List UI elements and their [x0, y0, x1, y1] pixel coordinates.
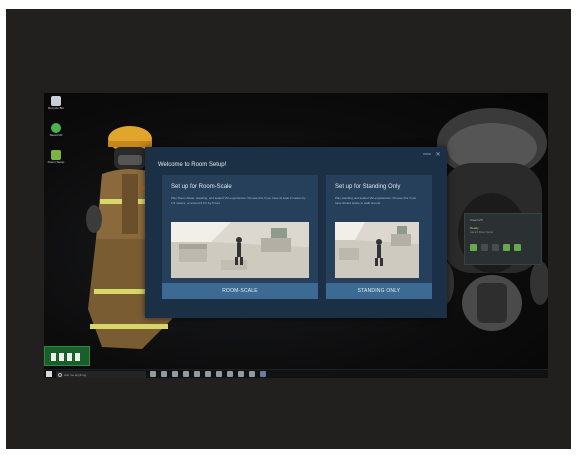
steamvr-icon: [51, 123, 61, 133]
standing-only-button[interactable]: STANDING ONLY: [326, 283, 432, 299]
desktop-icon-label: Recycle Bin: [48, 106, 64, 110]
headset-icon: [470, 244, 477, 251]
photo-frame: Recycle Bin SteamVR Room Setup SteamVR R…: [0, 0, 577, 455]
search-placeholder: Ask me anything: [64, 372, 87, 377]
steamvr-status-widget[interactable]: SteamVR Ready Launch Room Setup: [464, 213, 542, 265]
desktop-icon-label: Room Setup: [47, 160, 65, 164]
widget-substatus: Launch Room Setup: [470, 231, 493, 234]
taskbar-pinned-apps: [150, 371, 266, 377]
taskbar-search[interactable]: Ask me anything: [56, 371, 146, 378]
steam-icon[interactable]: [194, 371, 200, 377]
room-scale-description: Play Room-Scale, standing, and seated VR…: [171, 196, 306, 205]
task-view-icon[interactable]: [150, 371, 156, 377]
widget-status: Ready: [470, 226, 479, 230]
start-button[interactable]: [46, 371, 52, 377]
room-scale-title: Set up for Room-Scale: [171, 184, 232, 190]
app-icon[interactable]: [205, 371, 211, 377]
room-setup-task-icon[interactable]: [260, 371, 266, 377]
standing-only-description: Play standing and seated VR experiences.…: [335, 196, 417, 205]
room-setup-dialog: Welcome to Room Setup! ✕ Set up for Room…: [145, 147, 447, 318]
close-icon[interactable]: ✕: [434, 151, 442, 159]
app-icon[interactable]: [227, 371, 233, 377]
standing-only-card[interactable]: Set up for Standing Only Play standing a…: [326, 175, 432, 299]
desktop-icon-recycle-bin[interactable]: Recycle Bin: [47, 96, 65, 110]
desktop-icon-steamvr[interactable]: SteamVR: [47, 123, 65, 137]
notification-panel[interactable]: [44, 346, 90, 366]
tile: [67, 353, 72, 361]
controller-icon: [492, 244, 499, 251]
room-scale-card[interactable]: Set up for Room-Scale Play Room-Scale, s…: [162, 175, 318, 299]
widget-device-icons: [470, 244, 521, 251]
widget-title: SteamVR: [470, 218, 483, 222]
base-station-icon: [503, 244, 510, 251]
room-scale-button[interactable]: ROOM-SCALE: [162, 283, 318, 299]
desktop-icon-label: SteamVR: [49, 133, 63, 137]
store-icon[interactable]: [183, 371, 189, 377]
standing-only-title: Set up for Standing Only: [335, 184, 401, 190]
room-scale-illustration: [171, 222, 309, 278]
app-icon[interactable]: [249, 371, 255, 377]
desktop-icon-room-setup[interactable]: Room Setup: [47, 150, 65, 164]
dialog-title: Welcome to Room Setup!: [158, 162, 227, 168]
dialog-title-bar[interactable]: Welcome to Room Setup! ✕: [145, 147, 447, 168]
room-setup-icon: [51, 150, 61, 160]
file-explorer-icon[interactable]: [172, 371, 178, 377]
standing-only-illustration: [335, 222, 419, 278]
edge-icon[interactable]: [161, 371, 167, 377]
base-station-icon: [514, 244, 521, 251]
minimize-icon[interactable]: [423, 153, 431, 155]
app-icon[interactable]: [238, 371, 244, 377]
app-icon[interactable]: [216, 371, 222, 377]
recycle-bin-icon: [51, 96, 61, 106]
taskbar: Ask me anything: [44, 369, 548, 378]
search-icon: [58, 372, 62, 377]
tile: [51, 353, 56, 361]
tile: [75, 353, 80, 361]
tile: [59, 353, 64, 361]
controller-icon: [481, 244, 488, 251]
